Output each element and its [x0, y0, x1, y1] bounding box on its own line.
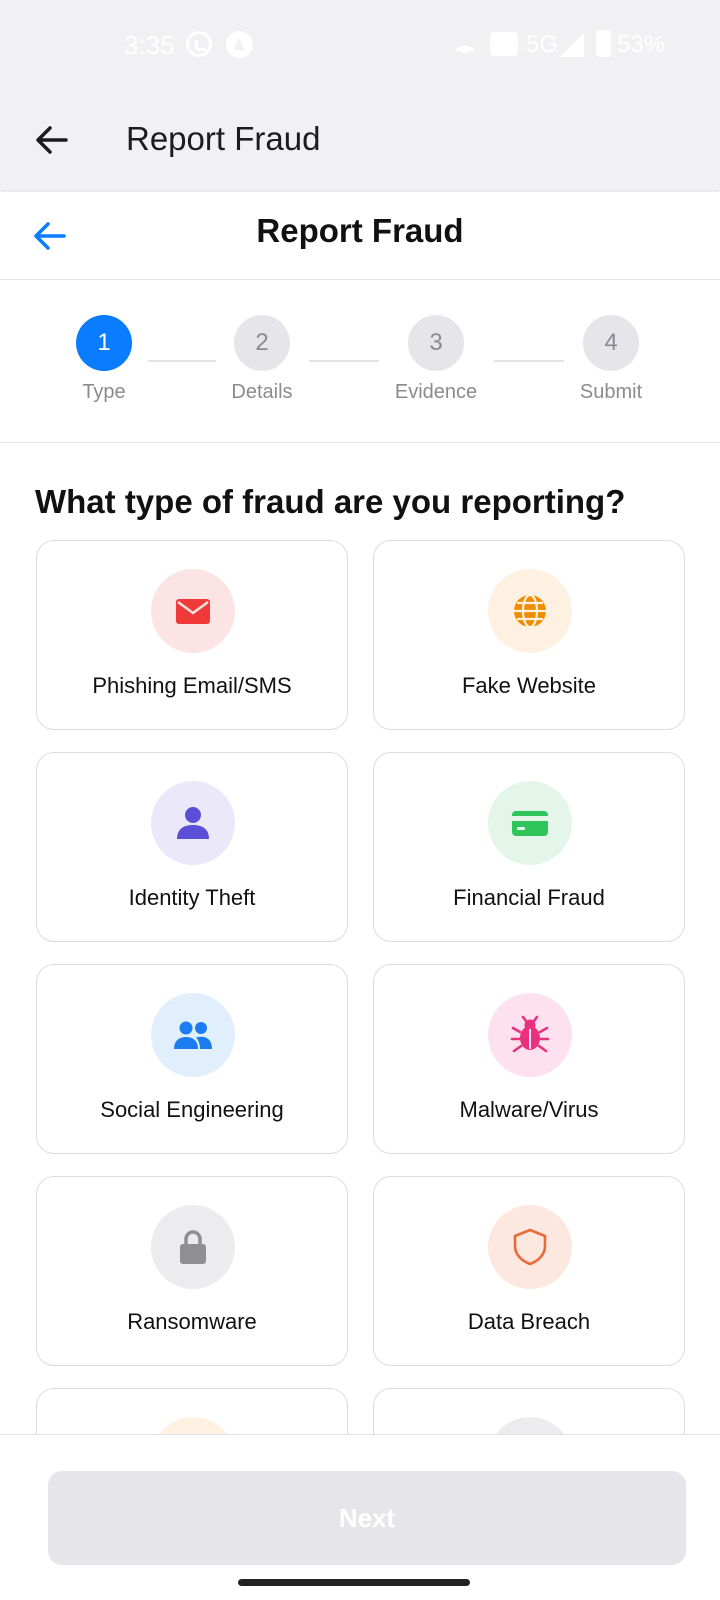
fraud-type-label: Malware/Virus: [459, 1097, 599, 1122]
step-evidence: 3 Evidence: [376, 315, 496, 404]
step-submit: 4 Submit: [551, 315, 671, 404]
fraud-type-malware[interactable]: Malware/Virus: [373, 964, 685, 1154]
page-header: Report Fraud: [0, 192, 720, 280]
icon-circle: [151, 1205, 235, 1289]
whatsapp-icon: [186, 31, 212, 57]
fraud-type-social-engineering[interactable]: Social Engineering: [36, 964, 348, 1154]
icon-circle: [488, 569, 572, 653]
step-number: 1: [76, 315, 132, 371]
fraud-type-ransomware[interactable]: Ransomware: [36, 1176, 348, 1366]
signal-icon: [560, 33, 584, 57]
fraud-type-identity-theft[interactable]: Identity Theft: [36, 752, 348, 942]
mail-icon: [176, 599, 210, 624]
step-details: 2 Details: [202, 315, 322, 404]
person-icon: [177, 807, 209, 839]
step-number: 3: [408, 315, 464, 371]
icon-circle: [488, 781, 572, 865]
fraud-type-label: Data Breach: [467, 1309, 591, 1334]
fraud-type-phishing[interactable]: Phishing Email/SMS: [36, 540, 348, 730]
fraud-type-data-breach[interactable]: Data Breach: [373, 1176, 685, 1366]
step-label: Type: [82, 381, 126, 403]
fraud-type-label: Financial Fraud: [453, 885, 605, 910]
icon-circle: [151, 1417, 235, 1434]
question-heading: What type of fraud are you reporting?: [35, 483, 626, 520]
app-bar-title: Report Fraud: [126, 120, 321, 157]
bottom-bar: Next: [0, 1434, 720, 1600]
fraud-type-card-partial[interactable]: [373, 1388, 685, 1434]
credit-card-icon: [512, 811, 548, 836]
hotspot-icon: [455, 45, 475, 54]
fraud-type-card-partial[interactable]: [36, 1388, 348, 1434]
step-label: Evidence: [394, 381, 478, 403]
status-bar: 3:35 5G 53%: [0, 0, 720, 92]
volte-icon: [490, 32, 518, 56]
bug-icon: [510, 1015, 550, 1053]
fraud-type-label: Ransomware: [127, 1309, 257, 1334]
app-bar: Report Fraud: [0, 92, 720, 190]
battery-percent: 53%: [617, 31, 666, 58]
fraud-type-label: Phishing Email/SMS: [92, 673, 292, 698]
icon-circle: [151, 569, 235, 653]
icon-circle: [488, 1205, 572, 1289]
step-label: Submit: [579, 381, 643, 403]
next-button[interactable]: Next: [48, 1471, 686, 1565]
people-icon: [174, 1021, 212, 1049]
lock-icon: [180, 1230, 206, 1264]
fraud-type-label: Social Engineering: [100, 1097, 284, 1122]
step-type: 1 Type: [44, 315, 164, 404]
status-time: 3:35: [124, 30, 175, 60]
page-title: Report Fraud: [256, 212, 464, 249]
battery-icon: [596, 30, 611, 57]
back-arrow-icon[interactable]: [28, 116, 76, 164]
step-label: Details: [231, 381, 293, 403]
icon-circle: [151, 781, 235, 865]
icon-circle: [151, 993, 235, 1077]
globe-icon: [514, 593, 546, 629]
icon-circle: [488, 1417, 572, 1434]
progress-stepper: 1 Type 2 Details 3 Evidence 4 Submit: [0, 281, 720, 443]
fraud-type-label: Fake Website: [461, 673, 597, 698]
home-indicator[interactable]: [238, 1579, 470, 1586]
fraud-type-label: Identity Theft: [128, 885, 256, 910]
fraud-type-financial[interactable]: Financial Fraud: [373, 752, 685, 942]
step-number: 4: [583, 315, 639, 371]
network-type: 5G: [526, 31, 559, 58]
step-number: 2: [234, 315, 290, 371]
shield-icon: [513, 1228, 547, 1266]
fraud-type-fake-website[interactable]: Fake Website: [373, 540, 685, 730]
app-notification-icon: [226, 31, 253, 58]
fraud-type-grid[interactable]: Phishing Email/SMS Fake Website Identity…: [0, 538, 720, 1434]
icon-circle: [488, 993, 572, 1077]
